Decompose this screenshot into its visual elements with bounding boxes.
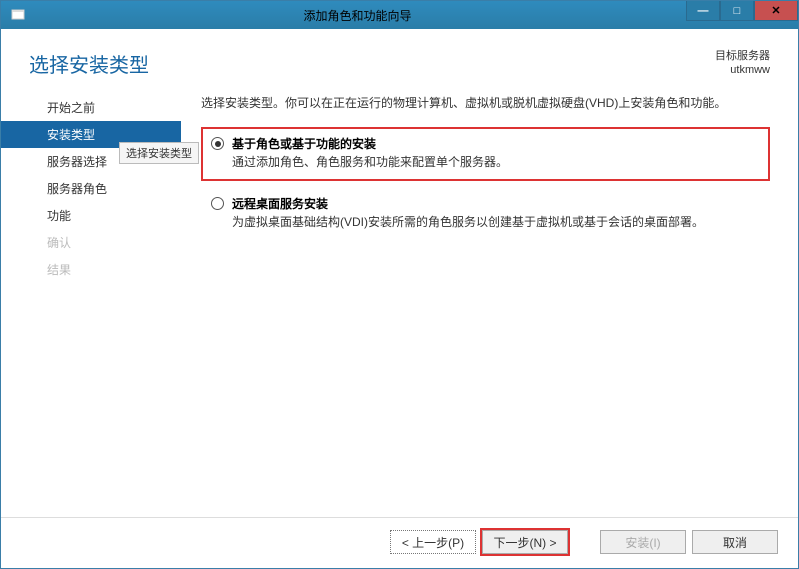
app-icon [7, 4, 29, 26]
window-title: 添加角色和功能向导 [29, 7, 686, 24]
previous-button[interactable]: < 上一步(P) [390, 530, 476, 554]
install-button: 安装(I) [600, 530, 686, 554]
titlebar[interactable]: 添加角色和功能向导 — □ ✕ [1, 1, 798, 29]
radio-role-based[interactable] [211, 137, 224, 150]
wizard-window: 添加角色和功能向导 — □ ✕ 选择安装类型 目标服务器 utkmww 开始之前… [0, 0, 799, 569]
maximize-button[interactable]: □ [720, 1, 754, 21]
option-title: 基于角色或基于功能的安装 [232, 135, 760, 152]
page-title: 选择安装类型 [29, 49, 149, 78]
installation-type-options: 基于角色或基于功能的安装 通过添加角色、角色服务和功能来配置单个服务器。 远程桌… [201, 127, 770, 241]
option-desc: 通过添加角色、角色服务和功能来配置单个服务器。 [232, 154, 760, 171]
radio-remote-desktop[interactable] [211, 197, 224, 210]
option-title: 远程桌面服务安装 [232, 195, 760, 212]
sidebar-item-before-you-begin[interactable]: 开始之前 [1, 94, 181, 121]
minimize-button[interactable]: — [686, 1, 720, 21]
content-area: 选择安装类型 目标服务器 utkmww 开始之前 安装类型 服务器选择 服务器角… [1, 29, 798, 568]
option-role-based-install[interactable]: 基于角色或基于功能的安装 通过添加角色、角色服务和功能来配置单个服务器。 [201, 127, 770, 181]
sidebar-item-features[interactable]: 功能 [1, 202, 181, 229]
target-server-name: utkmww [715, 63, 770, 77]
wizard-sidebar: 开始之前 安装类型 服务器选择 服务器角色 功能 确认 结果 选择安装类型 [1, 88, 181, 517]
target-server-label: 目标服务器 [715, 49, 770, 63]
footer-gap [574, 530, 594, 554]
close-button[interactable]: ✕ [754, 1, 798, 21]
option-text: 远程桌面服务安装 为虚拟桌面基础结构(VDI)安装所需的角色服务以创建基于虚拟机… [232, 195, 760, 231]
body-area: 开始之前 安装类型 服务器选择 服务器角色 功能 确认 结果 选择安装类型 选择… [1, 88, 798, 517]
wizard-footer: < 上一步(P) 下一步(N) > 安装(I) 取消 [1, 517, 798, 568]
sidebar-item-confirmation: 确认 [1, 229, 181, 256]
target-server-info: 目标服务器 utkmww [715, 49, 770, 78]
option-text: 基于角色或基于功能的安装 通过添加角色、角色服务和功能来配置单个服务器。 [232, 135, 760, 171]
cancel-button[interactable]: 取消 [692, 530, 778, 554]
sidebar-item-results: 结果 [1, 256, 181, 283]
option-desc: 为虚拟桌面基础结构(VDI)安装所需的角色服务以创建基于虚拟机或基于会话的桌面部… [232, 214, 760, 231]
header-area: 选择安装类型 目标服务器 utkmww [1, 29, 798, 88]
instruction-text: 选择安装类型。你可以在正在运行的物理计算机、虚拟机或脱机虚拟硬盘(VHD)上安装… [201, 94, 770, 111]
next-button[interactable]: 下一步(N) > [482, 530, 568, 554]
sidebar-tooltip: 选择安装类型 [119, 142, 199, 164]
sidebar-item-server-roles[interactable]: 服务器角色 [1, 175, 181, 202]
main-panel: 选择安装类型。你可以在正在运行的物理计算机、虚拟机或脱机虚拟硬盘(VHD)上安装… [181, 88, 798, 517]
option-remote-desktop-install[interactable]: 远程桌面服务安装 为虚拟桌面基础结构(VDI)安装所需的角色服务以创建基于虚拟机… [201, 187, 770, 241]
window-controls: — □ ✕ [686, 1, 798, 29]
